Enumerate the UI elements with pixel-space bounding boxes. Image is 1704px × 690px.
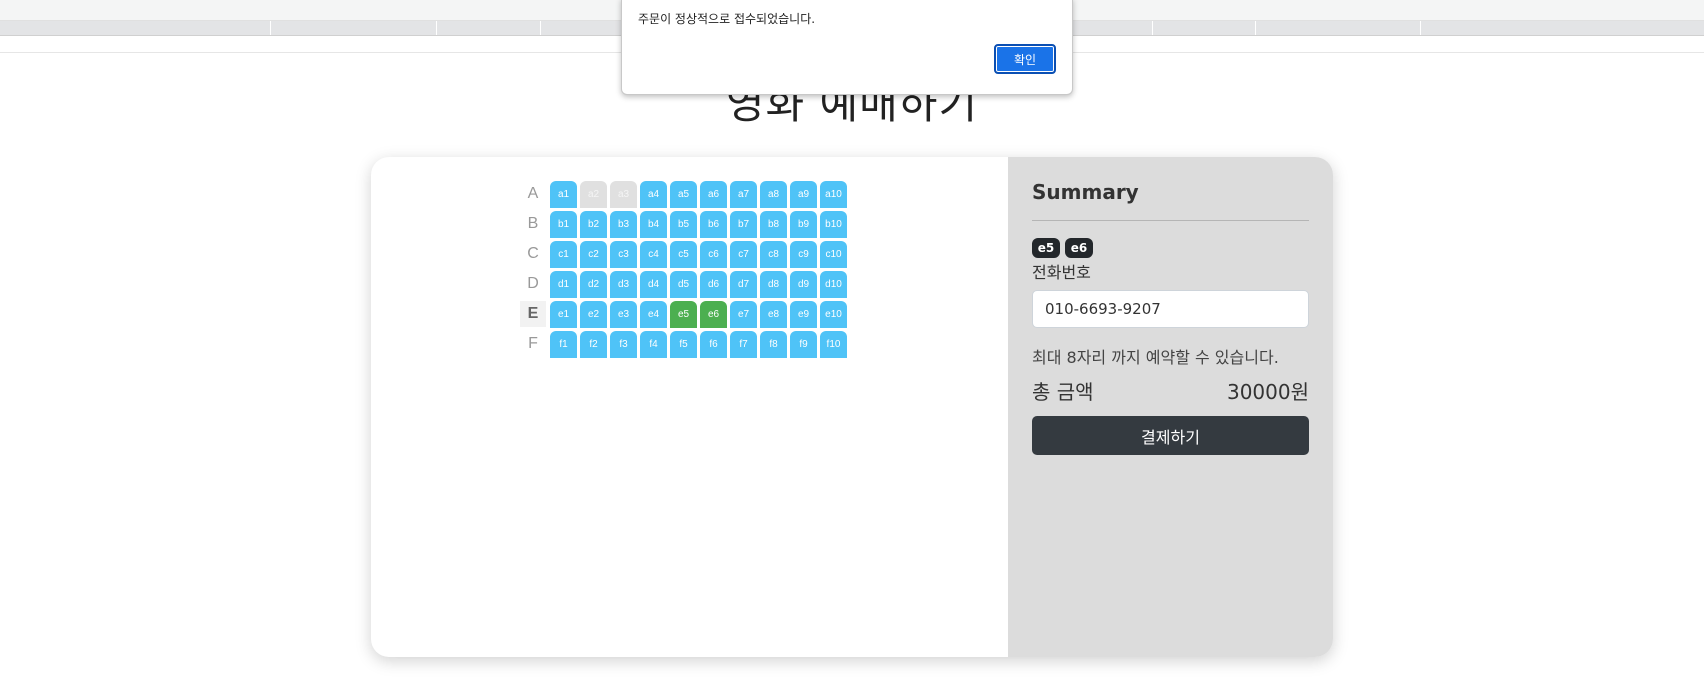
seat-d6[interactable]: d6: [700, 271, 727, 298]
max-seats-note: 최대 8자리 까지 예약할 수 있습니다.: [1032, 348, 1279, 367]
seat-a1[interactable]: a1: [550, 181, 577, 208]
row-label-b: B: [527, 215, 539, 232]
toolbar-separator: [270, 21, 271, 35]
seat-e4[interactable]: e4: [640, 301, 667, 328]
selected-seat-chip: e5: [1032, 238, 1060, 258]
toolbar-separator: [436, 21, 437, 35]
seat-f4[interactable]: f4: [640, 331, 667, 358]
seat-a3: a3: [610, 181, 637, 208]
seat-b10[interactable]: b10: [820, 211, 847, 238]
seat-b4[interactable]: b4: [640, 211, 667, 238]
seat-e7[interactable]: e7: [730, 301, 757, 328]
seat-d4[interactable]: d4: [640, 271, 667, 298]
seat-e6[interactable]: e6: [700, 301, 727, 328]
pay-button[interactable]: 결제하기: [1032, 416, 1309, 455]
seat-d3[interactable]: d3: [610, 271, 637, 298]
seat-e9[interactable]: e9: [790, 301, 817, 328]
alert-message: 주문이 정상적으로 접수되었습니다.: [638, 12, 816, 26]
seat-e10[interactable]: e10: [820, 301, 847, 328]
seat-a6[interactable]: a6: [700, 181, 727, 208]
seat-b6[interactable]: b6: [700, 211, 727, 238]
seat-a9[interactable]: a9: [790, 181, 817, 208]
phone-input[interactable]: [1032, 290, 1309, 328]
booking-card: [371, 157, 1333, 657]
seat-c5[interactable]: c5: [670, 241, 697, 268]
seat-c6[interactable]: c6: [700, 241, 727, 268]
seat-f5[interactable]: f5: [670, 331, 697, 358]
seat-d10[interactable]: d10: [820, 271, 847, 298]
seat-c3[interactable]: c3: [610, 241, 637, 268]
summary-panel: [1008, 157, 1333, 657]
row-label-d: D: [527, 275, 539, 292]
row-label-c: C: [527, 245, 539, 262]
seat-f7[interactable]: f7: [730, 331, 757, 358]
summary-title: Summary: [1032, 180, 1139, 204]
seat-a4[interactable]: a4: [640, 181, 667, 208]
phone-label: 전화번호: [1032, 263, 1091, 282]
alert-ok-button[interactable]: 확인: [994, 44, 1056, 74]
row-label-f: F: [528, 335, 538, 352]
seat-b8[interactable]: b8: [760, 211, 787, 238]
seat-d8[interactable]: d8: [760, 271, 787, 298]
row-label-e: E: [520, 301, 546, 327]
seat-f8[interactable]: f8: [760, 331, 787, 358]
row-label-a: A: [527, 185, 539, 202]
seat-e3[interactable]: e3: [610, 301, 637, 328]
toolbar-separator: [1420, 21, 1421, 35]
toolbar-separator: [1255, 21, 1256, 35]
summary-divider: [1032, 220, 1309, 221]
seat-f10[interactable]: f10: [820, 331, 847, 358]
alert-dialog: 주문이 정상적으로 접수되었습니다. 확인: [621, 0, 1073, 95]
seat-f6[interactable]: f6: [700, 331, 727, 358]
seat-b5[interactable]: b5: [670, 211, 697, 238]
seat-e2[interactable]: e2: [580, 301, 607, 328]
seat-d9[interactable]: d9: [790, 271, 817, 298]
seat-c9[interactable]: c9: [790, 241, 817, 268]
seat-b3[interactable]: b3: [610, 211, 637, 238]
seat-a7[interactable]: a7: [730, 181, 757, 208]
seat-c7[interactable]: c7: [730, 241, 757, 268]
seat-f1[interactable]: f1: [550, 331, 577, 358]
toolbar-separator: [540, 21, 541, 35]
seat-a5[interactable]: a5: [670, 181, 697, 208]
seat-f9[interactable]: f9: [790, 331, 817, 358]
seat-a8[interactable]: a8: [760, 181, 787, 208]
seat-d2[interactable]: d2: [580, 271, 607, 298]
seat-a2: a2: [580, 181, 607, 208]
seat-e1[interactable]: e1: [550, 301, 577, 328]
seat-d5[interactable]: d5: [670, 271, 697, 298]
total-price-value: 30000원: [1226, 380, 1309, 404]
seat-e8[interactable]: e8: [760, 301, 787, 328]
selected-seat-chip: e6: [1065, 238, 1093, 258]
seat-f2[interactable]: f2: [580, 331, 607, 358]
seat-b1[interactable]: b1: [550, 211, 577, 238]
seat-b7[interactable]: b7: [730, 211, 757, 238]
seat-c1[interactable]: c1: [550, 241, 577, 268]
seat-e5[interactable]: e5: [670, 301, 697, 328]
seat-c4[interactable]: c4: [640, 241, 667, 268]
seat-d1[interactable]: d1: [550, 271, 577, 298]
seat-c8[interactable]: c8: [760, 241, 787, 268]
seat-a10[interactable]: a10: [820, 181, 847, 208]
seat-c2[interactable]: c2: [580, 241, 607, 268]
total-price-label: 총 금액: [1032, 380, 1094, 404]
seat-b2[interactable]: b2: [580, 211, 607, 238]
seat-b9[interactable]: b9: [790, 211, 817, 238]
toolbar-separator: [1152, 21, 1153, 35]
seat-c10[interactable]: c10: [820, 241, 847, 268]
seat-f3[interactable]: f3: [610, 331, 637, 358]
seat-d7[interactable]: d7: [730, 271, 757, 298]
